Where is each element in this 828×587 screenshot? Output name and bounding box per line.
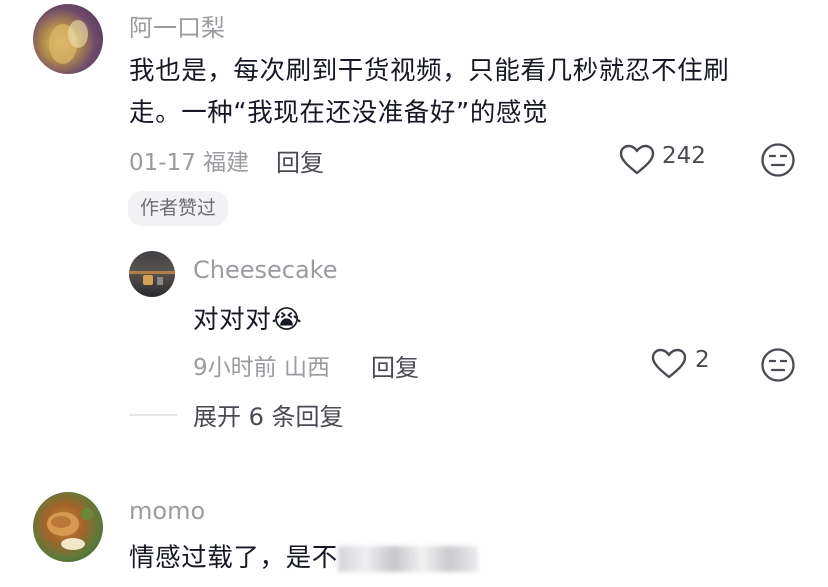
reply-reply-button[interactable]: 回复 [371,348,419,383]
avatar-comment-1[interactable] [33,4,103,74]
reply-text: 对对对😭 [193,299,302,341]
comment-3-text: 情感过载了，是不 [129,537,478,579]
avatar-comment-3[interactable] [33,492,103,562]
comment-3-username[interactable]: momo [129,497,205,525]
expand-divider [129,414,177,416]
comment-1-text: 我也是，每次刷到干货视频，只能看几秒就忍不住刷 走。一种“我现在还没准备好”的感… [129,50,809,134]
comment-1-username[interactable]: 阿一口梨 [129,8,225,43]
expand-replies-button[interactable]: 展开 6 条回复 [193,397,344,432]
comment-1-text-line1: 我也是，每次刷到干货视频，只能看几秒就忍不住刷 [129,56,730,86]
comment-1-text-line2: 走。一种“我现在还没准备好”的感觉 [129,98,549,128]
comment-1-reply-button[interactable]: 回复 [276,143,324,178]
crying-emoji: 😭 [271,305,303,335]
profile-photo-icon [49,20,88,64]
author-liked-badge: 作者赞过 [128,191,229,226]
reply-username[interactable]: Cheesecake [193,256,337,284]
reply-date-location: 9小时前 山西 [193,355,330,381]
reply-like-count: 2 [695,347,710,373]
comment-3-text-content: 情感过载了，是不 [129,543,338,573]
heart-outline-icon[interactable] [651,348,687,380]
profile-photo-icon [129,271,175,285]
profile-photo-icon [47,508,93,550]
blurred-text-overlay [337,546,478,572]
dislike-face-icon[interactable] [760,142,796,178]
avatar-reply-cheesecake[interactable] [129,251,175,297]
heart-outline-icon[interactable] [619,144,655,176]
reply-text-content: 对对对 [193,305,272,335]
dislike-face-icon[interactable] [760,347,796,383]
comment-1-like-count: 242 [662,143,706,169]
comment-1-date-location: 01-17 福建 [129,150,250,176]
